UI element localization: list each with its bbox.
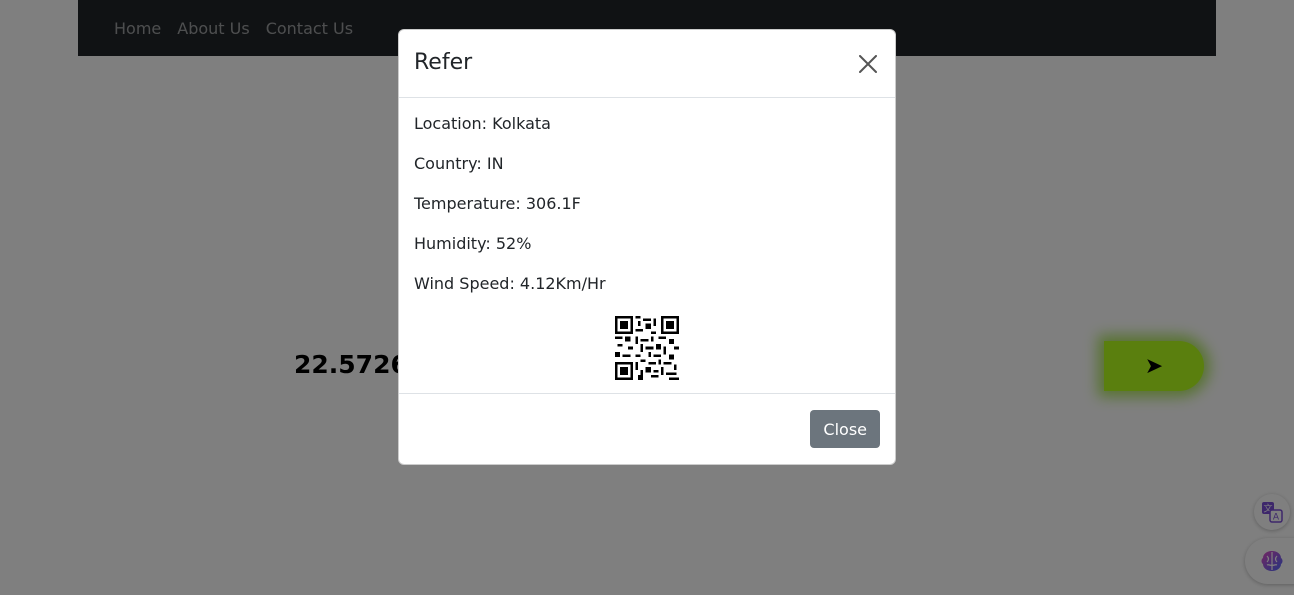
qr-code-container	[414, 316, 880, 380]
modal-title: Refer	[414, 50, 473, 75]
wind-speed-line: Wind Speed: 4.12Km/Hr	[414, 274, 606, 293]
location-line: Location: Kolkata	[414, 114, 551, 133]
modal-header: Refer	[399, 30, 895, 98]
country-line: Country: IN	[414, 154, 504, 173]
qr-code-icon	[615, 316, 679, 380]
close-button[interactable]: Close	[810, 410, 880, 448]
modal-footer: Close	[399, 394, 895, 464]
close-icon	[859, 54, 877, 73]
humidity-line: Humidity: 52%	[414, 234, 532, 253]
modal-body: Location: Kolkata Country: IN Temperatur…	[399, 98, 895, 394]
refer-modal: Refer Location: Kolkata Country: IN Temp…	[398, 29, 896, 465]
temperature-line: Temperature: 306.1F	[414, 194, 581, 213]
modal-close-x-button[interactable]	[856, 52, 880, 76]
